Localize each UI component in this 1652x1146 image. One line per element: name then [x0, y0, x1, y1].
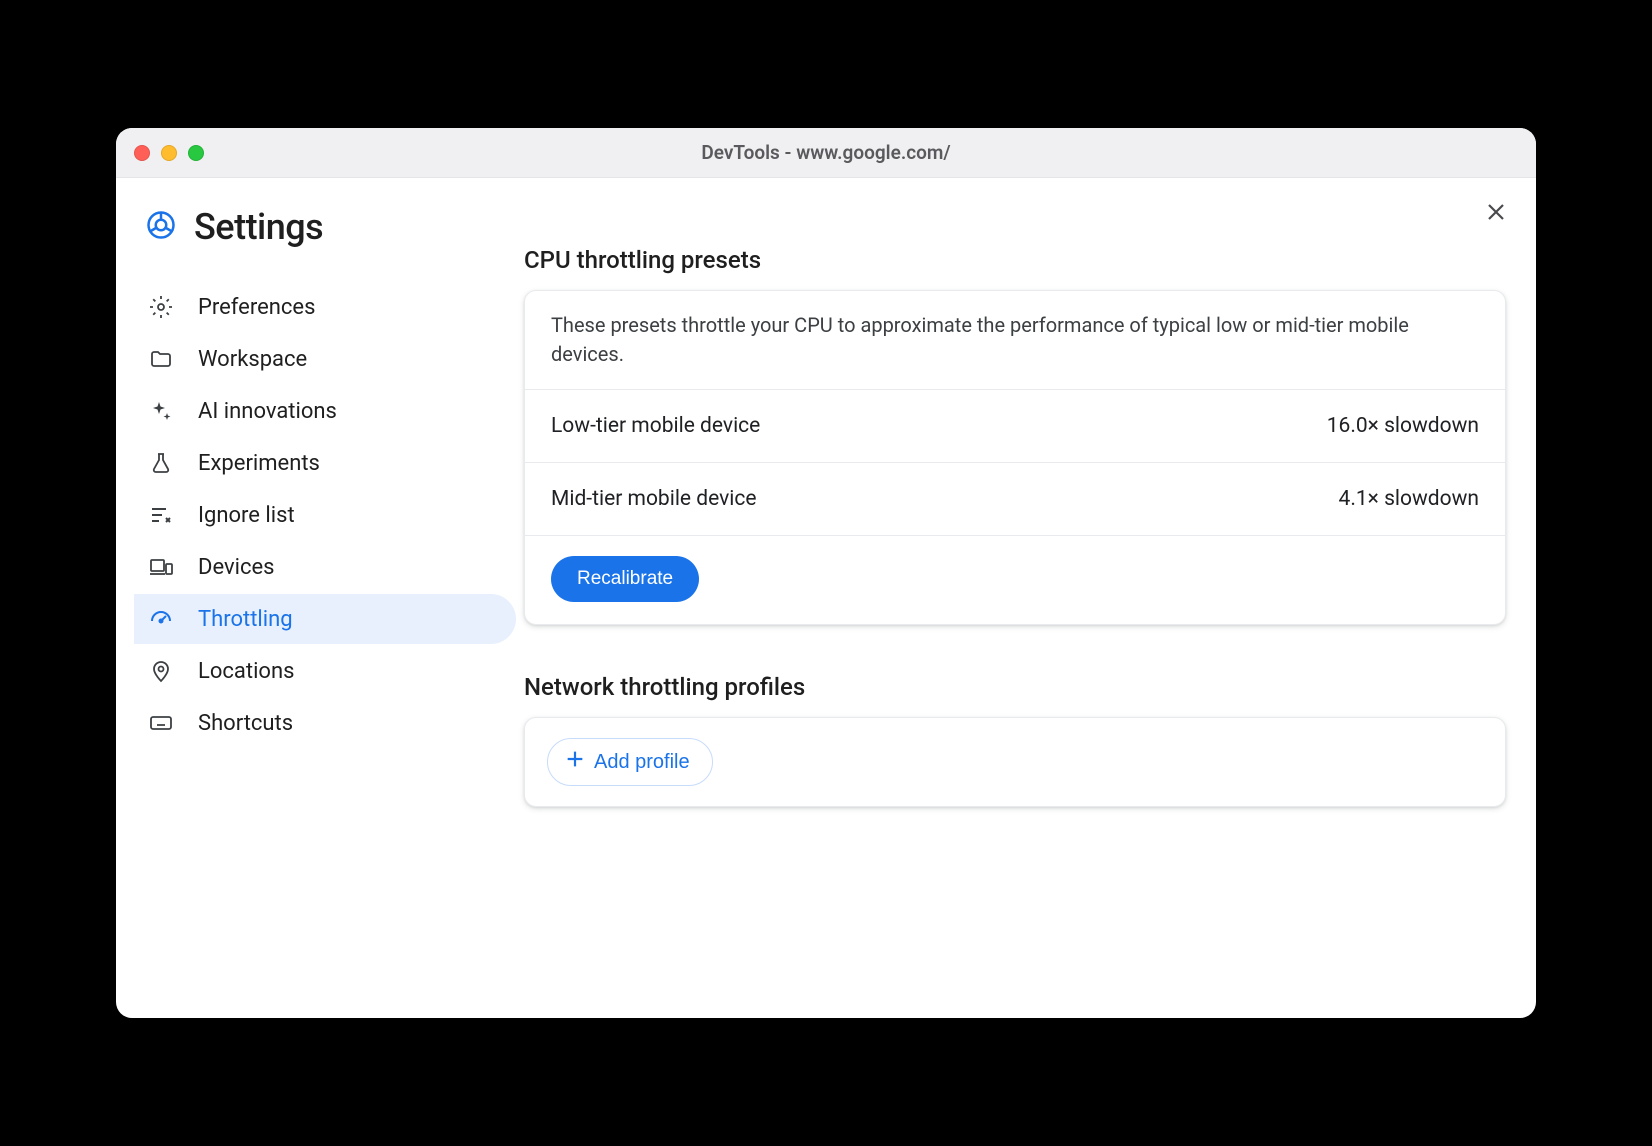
sidebar-item-locations[interactable]: Locations	[134, 646, 516, 696]
main-panel: CPU throttling presets These presets thr…	[516, 178, 1536, 1018]
preset-row-low-tier: Low-tier mobile device 16.0× slowdown	[525, 390, 1505, 463]
sidebar-item-throttling[interactable]: Throttling	[134, 594, 516, 644]
settings-title: Settings	[194, 206, 323, 248]
sidebar-header: Settings	[134, 206, 516, 248]
sidebar-item-ai-innovations[interactable]: AI innovations	[134, 386, 516, 436]
sidebar-item-devices[interactable]: Devices	[134, 542, 516, 592]
window-close-button[interactable]	[134, 145, 150, 161]
preset-value: 4.1× slowdown	[1339, 487, 1479, 511]
sidebar-item-label: AI innovations	[198, 399, 337, 424]
devtools-window: DevTools - www.google.com/ Settings Pref…	[116, 128, 1536, 1018]
cpu-throttling-section-title: CPU throttling presets	[524, 246, 1506, 274]
chrome-logo-icon	[146, 210, 176, 244]
settings-nav: Preferences Workspace AI innovations	[134, 282, 516, 748]
sidebar-item-preferences[interactable]: Preferences	[134, 282, 516, 332]
location-pin-icon	[148, 658, 174, 684]
close-settings-button[interactable]	[1484, 200, 1508, 228]
sidebar-item-label: Devices	[198, 555, 275, 580]
cpu-throttling-description: These presets throttle your CPU to appro…	[525, 291, 1505, 390]
window-maximize-button[interactable]	[188, 145, 204, 161]
network-throttling-section-title: Network throttling profiles	[524, 673, 1506, 701]
traffic-lights	[134, 145, 204, 161]
cpu-throttling-card: These presets throttle your CPU to appro…	[524, 290, 1506, 625]
recalibrate-button[interactable]: Recalibrate	[551, 556, 699, 602]
sidebar-item-label: Experiments	[198, 451, 320, 476]
sidebar-item-shortcuts[interactable]: Shortcuts	[134, 698, 516, 748]
network-throttling-card: Add profile	[524, 717, 1506, 807]
sidebar-item-label: Throttling	[198, 607, 293, 632]
sidebar-item-ignore-list[interactable]: Ignore list	[134, 490, 516, 540]
sidebar-item-experiments[interactable]: Experiments	[134, 438, 516, 488]
preset-name: Low-tier mobile device	[551, 414, 760, 438]
sparkle-icon	[148, 398, 174, 424]
close-icon	[1484, 200, 1508, 224]
gear-icon	[148, 294, 174, 320]
add-profile-button[interactable]: Add profile	[547, 738, 713, 786]
preset-value: 16.0× slowdown	[1327, 414, 1479, 438]
sidebar-item-workspace[interactable]: Workspace	[134, 334, 516, 384]
devices-icon	[148, 554, 174, 580]
flask-icon	[148, 450, 174, 476]
window-titlebar: DevTools - www.google.com/	[116, 128, 1536, 178]
sidebar: Settings Preferences Workspace	[116, 178, 516, 1018]
sidebar-item-label: Workspace	[198, 347, 307, 372]
filter-remove-icon	[148, 502, 174, 528]
plus-icon	[564, 748, 586, 776]
content-area: Settings Preferences Workspace	[116, 178, 1536, 1018]
speedometer-icon	[148, 606, 174, 632]
folder-icon	[148, 346, 174, 372]
add-profile-label: Add profile	[594, 751, 690, 774]
window-title: DevTools - www.google.com/	[116, 141, 1536, 164]
preset-name: Mid-tier mobile device	[551, 487, 757, 511]
sidebar-item-label: Shortcuts	[198, 711, 293, 736]
sidebar-item-label: Locations	[198, 659, 294, 684]
preset-row-mid-tier: Mid-tier mobile device 4.1× slowdown	[525, 463, 1505, 536]
keyboard-icon	[148, 710, 174, 736]
window-minimize-button[interactable]	[161, 145, 177, 161]
cpu-card-actions: Recalibrate	[525, 536, 1505, 624]
sidebar-item-label: Ignore list	[198, 503, 295, 528]
sidebar-item-label: Preferences	[198, 295, 315, 320]
